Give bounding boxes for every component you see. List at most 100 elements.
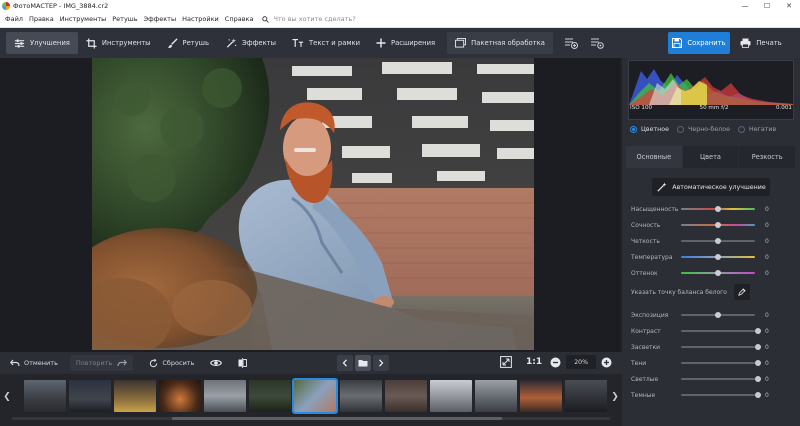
tab-basic[interactable]: Основные	[626, 146, 683, 168]
slider-contrast[interactable]: Контраст 0	[631, 326, 791, 336]
slider-track[interactable]	[681, 394, 755, 396]
slider-knob[interactable]	[715, 270, 721, 276]
zoom-level-field[interactable]: 20%	[566, 355, 597, 369]
mode-negative[interactable]: Негатив	[737, 126, 776, 133]
slider-label: Контраст	[631, 327, 661, 335]
slider-value: 0	[765, 253, 769, 261]
tab-tools[interactable]: Инструменты	[78, 32, 159, 54]
undo-button[interactable]: Отменить	[4, 355, 64, 371]
save-button[interactable]: Сохранить	[668, 32, 730, 54]
slider-tint[interactable]: Оттенок 0	[631, 268, 791, 278]
filmstrip-left-arrow[interactable]: ❮	[2, 380, 12, 414]
thumbnail[interactable]	[430, 380, 472, 412]
slider-highlights[interactable]: Засветки 0	[631, 342, 791, 352]
thumbnail[interactable]	[340, 380, 382, 412]
thumbnail[interactable]	[520, 380, 562, 412]
thumbnail[interactable]	[475, 380, 517, 412]
zoom-out-icon[interactable]	[550, 357, 561, 368]
slider-knob[interactable]	[755, 328, 761, 334]
slider-vibrance[interactable]: Сочность 0	[631, 220, 791, 230]
thumbnail[interactable]	[69, 380, 111, 412]
radio-negative[interactable]	[737, 126, 745, 133]
thumbnail[interactable]	[24, 380, 66, 412]
slider-knob[interactable]	[755, 344, 761, 350]
previous-image-button[interactable]	[337, 355, 353, 371]
actual-size-button[interactable]: 1:1	[526, 357, 542, 367]
zoom-in-icon[interactable]	[601, 357, 612, 368]
thumbnail[interactable]	[204, 380, 246, 412]
slider-saturation[interactable]: Насыщенность 0	[631, 204, 791, 214]
slider-knob[interactable]	[755, 376, 761, 382]
slider-knob[interactable]	[715, 222, 721, 228]
thumbnail[interactable]	[114, 380, 156, 412]
tab-sharpness[interactable]: Резкость	[739, 146, 797, 168]
redo-button[interactable]: Повторить	[69, 355, 134, 371]
slider-knob[interactable]	[715, 238, 721, 244]
thumbnail[interactable]	[159, 380, 201, 412]
tab-enhance[interactable]: Улучшения	[6, 32, 78, 54]
photo-preview[interactable]	[92, 58, 534, 350]
menu-edit[interactable]: Правка	[26, 15, 57, 23]
slider-whites[interactable]: Светлые 0	[631, 374, 791, 384]
slider-label: Четкость	[631, 237, 660, 245]
tab-extensions[interactable]: Расширения	[368, 32, 443, 54]
preview-toggle-button[interactable]	[204, 355, 232, 371]
batch-processing-button[interactable]: Пакетная обработка	[447, 32, 553, 54]
menu-effects[interactable]: Эффекты	[141, 15, 180, 23]
close-icon[interactable]: ✕	[778, 0, 800, 11]
slider-value: 0	[765, 359, 769, 367]
slider-shadows[interactable]: Тени 0	[631, 358, 791, 368]
queue-settings-button[interactable]	[585, 32, 609, 54]
brush-icon	[167, 37, 178, 48]
slider-knob[interactable]	[715, 206, 721, 212]
slider-blacks[interactable]: Темные 0	[631, 390, 791, 400]
thumbnail[interactable]	[249, 380, 291, 412]
slider-exposure[interactable]: Экспозиция 0	[631, 310, 791, 320]
mode-color[interactable]: Цветное	[630, 126, 669, 133]
window-title: ФотоМАСТЕР - IMG_3884.cr2	[13, 1, 109, 10]
radio-color[interactable]	[630, 126, 637, 133]
thumbnail[interactable]	[385, 380, 427, 412]
radio-bw[interactable]	[677, 126, 684, 133]
menu-retouch[interactable]: Ретушь	[109, 15, 140, 23]
slider-knob[interactable]	[755, 360, 761, 366]
fit-screen-icon[interactable]	[500, 356, 512, 368]
slider-track[interactable]	[681, 346, 755, 348]
filmstrip-right-arrow[interactable]: ❯	[610, 380, 620, 414]
filmstrip-scroll-thumb[interactable]	[172, 417, 502, 420]
filmstrip-scrollbar[interactable]	[12, 417, 610, 420]
auto-enhance-button[interactable]: Автоматическое улучшение	[652, 178, 770, 196]
tab-text-frames[interactable]: Текст и рамки	[284, 32, 368, 54]
mode-bw[interactable]: Черно-белое	[677, 126, 730, 133]
tab-effects[interactable]: Эффекты	[217, 32, 284, 54]
slider-knob[interactable]	[715, 312, 721, 318]
eyedropper-button[interactable]	[734, 284, 750, 300]
menu-settings[interactable]: Настройки	[179, 15, 222, 23]
reset-button[interactable]: Сбросить	[143, 355, 200, 371]
tab-colors[interactable]: Цвета	[682, 146, 740, 168]
print-label: Печать	[756, 39, 782, 47]
minimize-icon[interactable]: —	[734, 0, 756, 11]
menu-tools[interactable]: Инструменты	[57, 15, 110, 23]
slider-track[interactable]	[681, 378, 755, 380]
menu-help[interactable]: Справка	[222, 15, 257, 23]
open-folder-button[interactable]	[355, 355, 371, 371]
maximize-icon[interactable]: ☐	[756, 0, 778, 11]
menu-file[interactable]: Файл	[2, 15, 26, 23]
slider-track[interactable]	[681, 330, 755, 332]
slider-track[interactable]	[681, 362, 755, 364]
print-button[interactable]: Печать	[736, 32, 786, 54]
slider-clarity[interactable]: Четкость 0	[631, 236, 791, 246]
next-image-button[interactable]	[373, 355, 389, 371]
slider-knob[interactable]	[715, 254, 721, 260]
tab-retouch[interactable]: Ретушь	[159, 32, 218, 54]
compare-button[interactable]	[232, 355, 257, 371]
queue-add-button[interactable]	[559, 32, 583, 54]
thumbnail-selected[interactable]	[292, 378, 338, 414]
menu-search[interactable]: Что вы хотите сделать?	[262, 15, 356, 23]
slider-knob[interactable]	[755, 392, 761, 398]
photo-canvas[interactable]	[0, 58, 620, 352]
slider-temperature[interactable]: Температура 0	[631, 252, 791, 262]
thumbnail[interactable]	[565, 380, 607, 412]
slider-label: Экспозиция	[631, 311, 669, 319]
